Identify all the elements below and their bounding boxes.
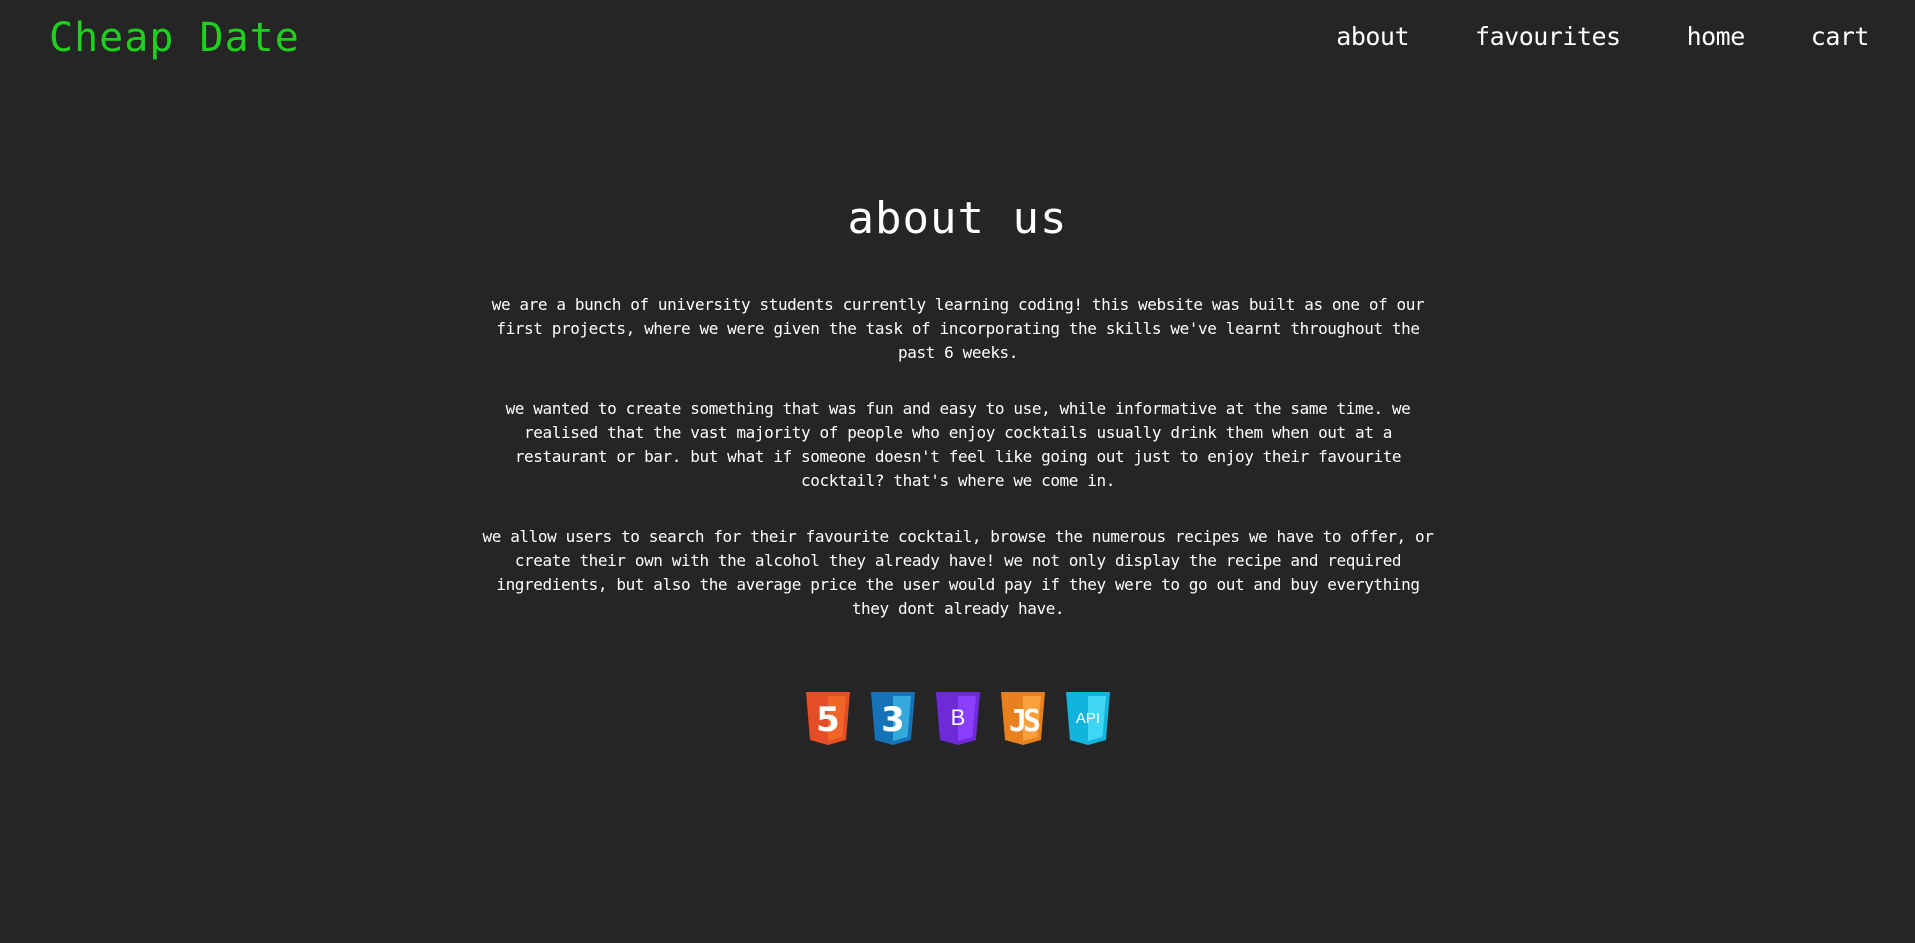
bootstrap-icon: B — [934, 690, 982, 746]
html5-icon: 5 — [804, 690, 852, 746]
nav-link-favourites[interactable]: favourites — [1475, 22, 1621, 52]
css3-icon: 3 — [869, 690, 917, 746]
site-logo[interactable]: Cheap Date — [49, 14, 300, 62]
about-paragraph-2: we wanted to create something that was f… — [505, 399, 1411, 490]
nav-link-cart[interactable]: cart — [1811, 22, 1870, 52]
main-nav: about favourites home cart — [1270, 22, 1869, 52]
page-title: about us — [847, 193, 1068, 244]
about-paragraph-1: we are a bunch of university students cu… — [491, 295, 1425, 362]
tech-stack-icons: 5 3 B JS API — [0, 690, 1915, 746]
nav-link-about[interactable]: about — [1336, 22, 1409, 52]
javascript-icon-label: JS — [1008, 704, 1039, 739]
api-icon-label: API — [1075, 710, 1099, 727]
bootstrap-icon-label: B — [950, 705, 965, 730]
css3-icon-label: 3 — [881, 700, 905, 740]
about-paragraph-3: we allow users to search for their favou… — [482, 527, 1434, 618]
api-icon: API — [1064, 690, 1112, 746]
html5-icon-label: 5 — [816, 700, 840, 740]
javascript-icon: JS — [999, 690, 1047, 746]
nav-link-home[interactable]: home — [1687, 22, 1746, 52]
about-content: we are a bunch of university students cu… — [478, 293, 1438, 653]
